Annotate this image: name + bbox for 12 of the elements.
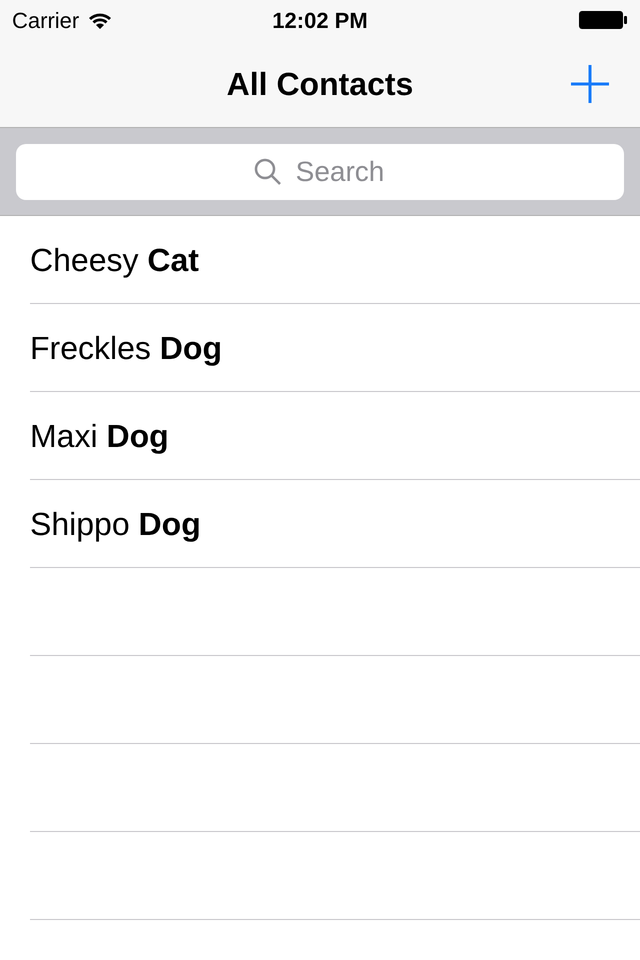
- plus-icon: [571, 65, 609, 103]
- nav-title: All Contacts: [226, 64, 414, 104]
- contact-row[interactable]: Cheesy Cat: [30, 216, 640, 304]
- contact-row[interactable]: Freckles Dog: [30, 304, 640, 392]
- contact-row[interactable]: Shippo Dog: [30, 480, 640, 568]
- search-field[interactable]: Search: [16, 144, 624, 200]
- add-button[interactable]: [570, 64, 610, 104]
- contact-row[interactable]: Maxi Dog: [30, 392, 640, 480]
- battery-icon: [578, 10, 628, 30]
- status-time: 12:02 PM: [272, 6, 368, 34]
- search-icon: [254, 158, 282, 186]
- carrier-label: Carrier: [12, 6, 80, 34]
